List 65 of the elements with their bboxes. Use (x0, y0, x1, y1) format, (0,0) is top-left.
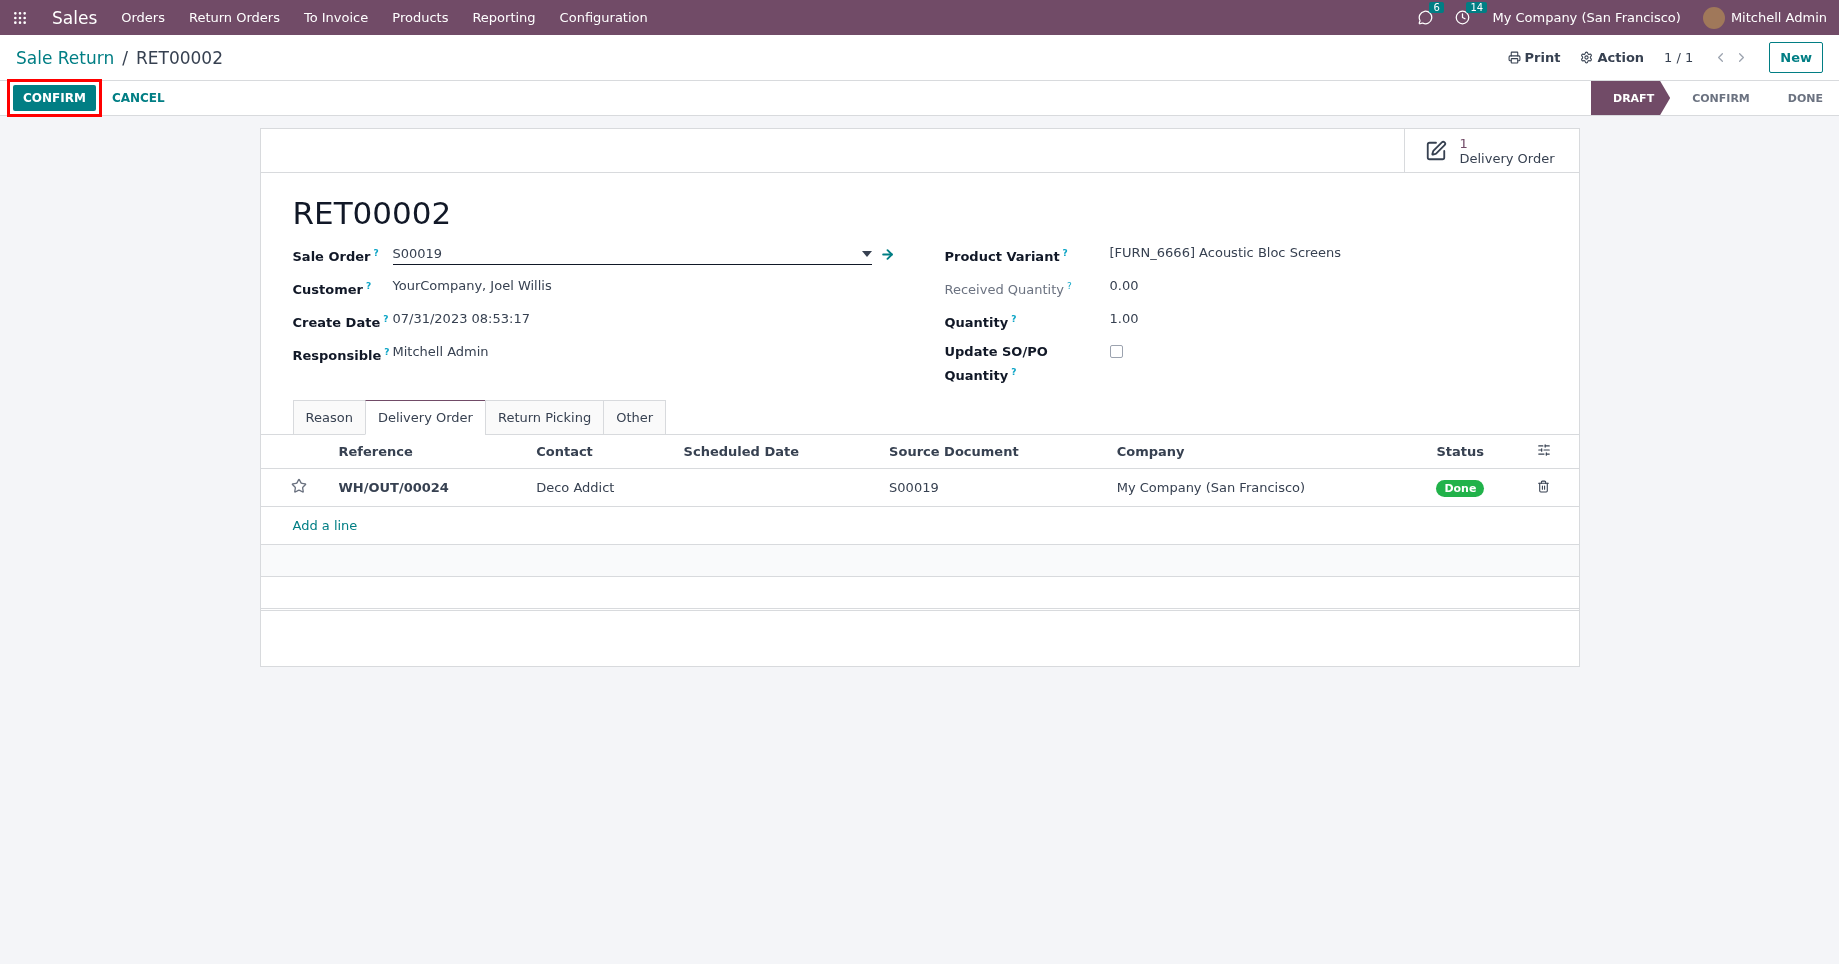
table-cell: My Company (San Francisco) (1116, 480, 1306, 496)
sale-order-field[interactable]: S00019 (392, 243, 872, 265)
action-button[interactable]: Action (1580, 50, 1645, 65)
checkbox[interactable] (1109, 345, 1123, 358)
apps-menu-icon[interactable] (12, 9, 28, 26)
print-icon (1507, 51, 1521, 64)
menu-item[interactable]: Products (392, 10, 449, 25)
field-value: YourCompany, Joel Willis (392, 277, 553, 295)
activities-count: 14 (1466, 2, 1488, 13)
column-header: Source Document (881, 435, 1109, 469)
table-cell: S00019 (889, 480, 939, 496)
field-label: Sale Order $^{?}$ (292, 247, 380, 267)
app-name[interactable]: Sales (52, 7, 98, 28)
new-button[interactable]: New (1769, 42, 1823, 73)
menu-item[interactable]: Configuration (559, 10, 648, 25)
breadcrumb-link[interactable]: Sale Return (16, 47, 115, 68)
status-stage[interactable]: DRAFT (1591, 81, 1671, 115)
activities-icon[interactable] (1455, 10, 1471, 25)
field-value: 07/31/2023 08:53:17 (392, 310, 531, 328)
breadcrumb-separator: / (122, 47, 128, 68)
messages-count: 6 (1429, 2, 1444, 13)
print-button[interactable]: Print (1507, 50, 1561, 65)
menu-item[interactable]: To Invoice (303, 10, 369, 25)
user-menu[interactable]: Mitchell Admin (1730, 10, 1827, 25)
field-value: [FURN_6666] Acoustic Bloc Screens (1109, 244, 1343, 262)
field-label: Product Variant $^{?}$ (944, 247, 1069, 267)
cancel-button[interactable]: CANCEL (101, 85, 175, 111)
field-label: Received Quantity $^{?}$ (944, 280, 1073, 300)
status-badge: Done (1436, 480, 1485, 498)
record-title: RET00002 (292, 195, 453, 231)
delete-icon[interactable] (1536, 479, 1550, 493)
table-cell: Deco Addict (536, 480, 615, 496)
menu-item[interactable]: Return Orders (188, 10, 280, 25)
notebook-tab[interactable]: Reason (292, 400, 366, 436)
field-value: 0.00 (1109, 277, 1140, 295)
company-switcher[interactable]: My Company (San Francisco) (1492, 10, 1681, 25)
field-label: Update SO/PO Quantity $^{?}$ (944, 343, 1049, 386)
column-header: Scheduled Date (675, 435, 882, 469)
notebook-tab[interactable]: Return Picking (484, 400, 605, 436)
messages-icon[interactable] (1418, 10, 1434, 25)
column-settings-icon[interactable] (1536, 443, 1551, 458)
field-value: 1.00 (1109, 310, 1140, 328)
field-label: Quantity $^{?}$ (944, 313, 1018, 333)
notebook-tab[interactable]: Delivery Order (364, 400, 486, 436)
notebook-tab[interactable]: Other (603, 400, 667, 436)
column-header: Company (1108, 435, 1429, 469)
field-label: Customer $^{?}$ (292, 280, 373, 300)
caret-icon (861, 250, 872, 257)
field-value: Mitchell Admin (392, 343, 490, 361)
field-label: Create Date $^{?}$ (292, 313, 390, 333)
gear-icon (1580, 51, 1594, 64)
open-record-icon[interactable] (879, 246, 895, 262)
menu-item[interactable]: Reporting (472, 10, 536, 25)
column-header: Reference (330, 435, 529, 469)
column-header: Contact (528, 435, 676, 469)
menu-item[interactable]: Orders (121, 10, 165, 25)
column-header: Status (1428, 435, 1529, 469)
breadcrumb-current: RET00002 (135, 47, 223, 68)
add-line-link[interactable]: Add a line (292, 518, 358, 534)
edit-icon (1425, 139, 1448, 162)
pager: 1 / 1 (1664, 50, 1694, 65)
confirm-button[interactable]: CONFIRM (13, 85, 96, 111)
field-label: Responsible $^{?}$ (292, 346, 391, 366)
star-icon[interactable] (290, 478, 307, 495)
table-cell: WH/OUT/00024 (338, 480, 449, 496)
